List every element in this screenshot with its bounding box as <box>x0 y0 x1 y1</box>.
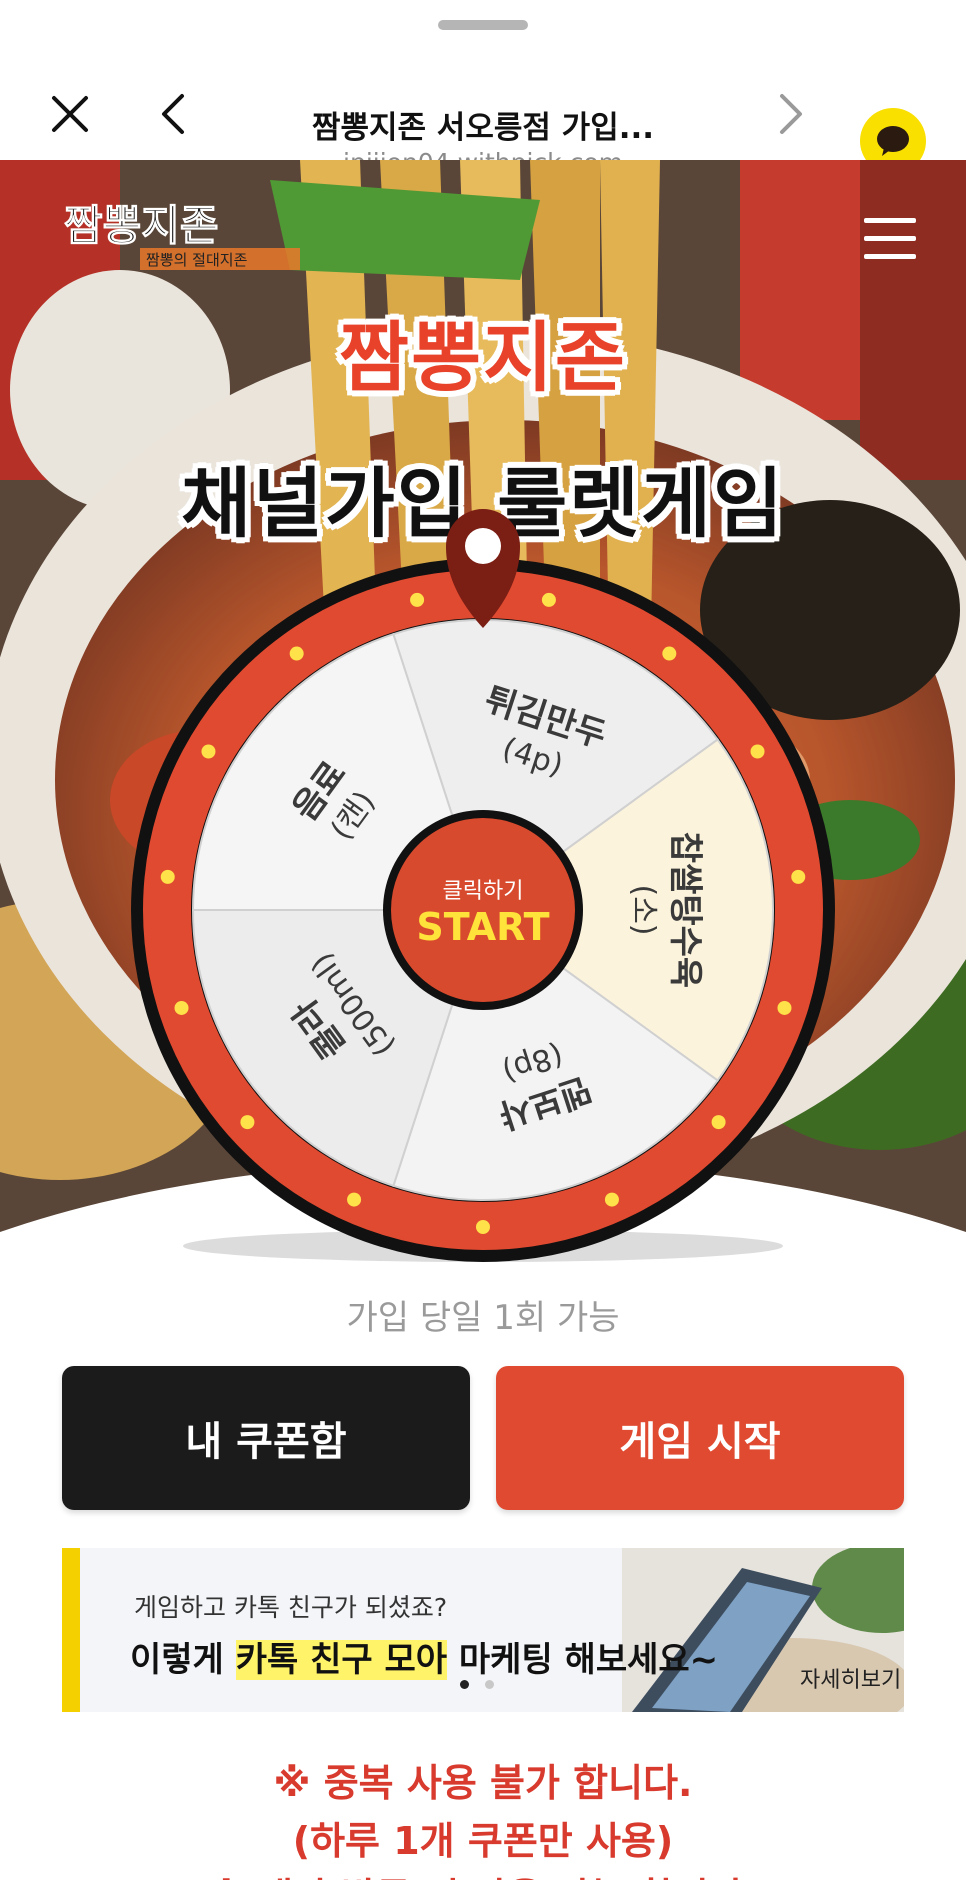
banner-headline-pre: 이렇게 <box>130 1640 236 1680</box>
banner-headline-highlight: 카톡 친구 모아 <box>235 1640 448 1680</box>
hamburger-menu-icon[interactable] <box>864 218 916 262</box>
wheel-bulb <box>777 1000 792 1015</box>
wheel-bulb <box>347 1192 362 1207</box>
page-title: 짬뽕지존 서오릉점 가입... <box>311 110 655 146</box>
wheel-bulb <box>476 1220 490 1234</box>
svg-text:짬뽕의 절대지존: 짬뽕의 절대지존 <box>146 251 248 269</box>
browser-topbar: 짬뽕지존 서오릉점 가입... jpjijon04.withpick.com <box>0 36 966 177</box>
chevron-right-icon[interactable] <box>762 88 814 140</box>
wheel-center-small: 클릭하기 <box>443 879 524 904</box>
promo-banner[interactable]: 게임하고 카톡 친구가 되셨죠? 이렇게 카톡 친구 모아 마케팅 해보세요~ … <box>62 1548 904 1712</box>
sheet-handle[interactable] <box>438 20 528 30</box>
banner-caption: 게임하고 카톡 친구가 되셨죠? <box>134 1593 448 1622</box>
close-icon[interactable] <box>44 88 96 140</box>
hero-title: 짬뽕지존 <box>339 313 627 402</box>
wheel-bulb <box>750 744 765 759</box>
pagination-dot[interactable] <box>485 1680 494 1689</box>
wheel-segment-sublabel: (소) <box>626 884 661 935</box>
banner-pagination <box>460 1674 510 1693</box>
wheel-bulb <box>662 646 677 661</box>
wheel-bulb <box>289 646 304 661</box>
svg-text:짬뽕지존: 짬뽕지존 <box>64 201 219 250</box>
warning-line-2: (하루 1개 쿠폰만 사용) <box>292 1819 674 1863</box>
wheel-bulb <box>160 869 175 884</box>
participation-note: 가입 당일 1회 가능 <box>346 1298 620 1338</box>
brand-logo: 짬뽕지존 짬뽕의 절대지존 <box>64 201 300 270</box>
wheel-segment-label: 찹쌀탕수육 <box>665 832 705 988</box>
warning-line-3: ※ 매장 방문 시 사용 가능 합니다. <box>0 1866 966 1880</box>
my-coupons-button[interactable]: 내 쿠폰함 <box>62 1366 470 1510</box>
roulette-wheel[interactable]: 튀김만두(4p)찹쌀탕수육(소)멘보샤(8p)콜라(500ml)음료(캔) 클릭… <box>130 410 836 1266</box>
chevron-left-icon[interactable] <box>150 88 202 140</box>
pagination-dot-active[interactable] <box>460 1680 469 1689</box>
banner-more-link[interactable]: 자세히보기 <box>800 1662 901 1694</box>
wheel-bulb <box>711 1115 726 1130</box>
banner-accent-bar <box>62 1548 80 1712</box>
wheel-bulb <box>174 1000 189 1015</box>
wheel-bulb <box>791 869 806 884</box>
wheel-bulb <box>240 1115 255 1130</box>
banner-headline: 이렇게 카톡 친구 모아 마케팅 해보세요~ <box>130 1632 718 1681</box>
wheel-start-label[interactable]: START <box>416 905 549 949</box>
warning-line-1: ※ 중복 사용 불가 합니다. <box>273 1761 693 1805</box>
wheel-bulb <box>410 592 425 607</box>
game-start-button[interactable]: 게임 시작 <box>496 1366 904 1510</box>
wheel-bulb <box>604 1192 619 1207</box>
wheel-bulb <box>541 592 556 607</box>
wheel-bulb <box>201 744 216 759</box>
